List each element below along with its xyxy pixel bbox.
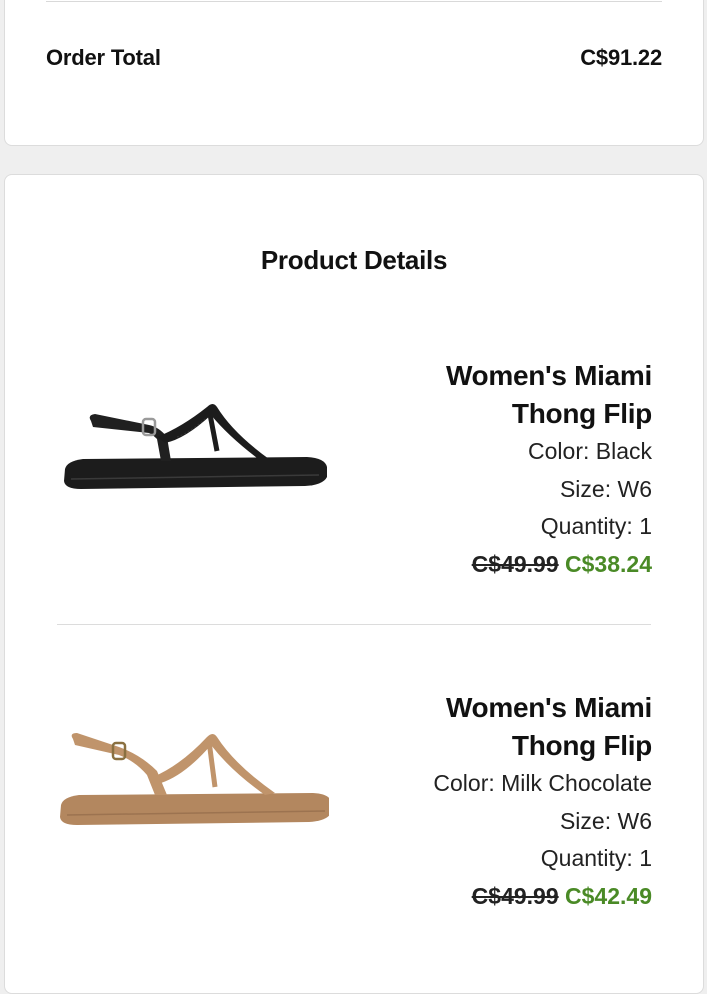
order-summary-card: Order Total C$91.22 — [4, 0, 704, 146]
product-details-title: Product Details — [260, 245, 448, 275]
product-name: Women's Miami Thong Flip — [322, 689, 652, 765]
product-name-line1: Women's Miami — [445, 692, 652, 723]
product-name-line2: Thong Flip — [511, 398, 652, 429]
product-quantity: Quantity: 1 — [540, 845, 652, 871]
product-name-line1: Women's Miami — [445, 360, 652, 391]
product-item: Women's Miami Thong Flip Color: Black Si… — [5, 357, 705, 617]
product-color: Color: Milk Chocolate — [433, 770, 652, 796]
sandal-black-image — [64, 404, 327, 489]
original-price: C$49.99 — [471, 882, 559, 909]
order-total-row: Order Total C$91.22 — [46, 45, 662, 71]
product-size: Size: W6 — [559, 475, 652, 502]
sale-price: C$38.24 — [565, 550, 652, 577]
original-price: C$49.99 — [471, 550, 559, 577]
product-info: Women's Miami Thong Flip Color: Milk Cho… — [322, 689, 652, 915]
summary-divider — [46, 1, 662, 2]
order-total-label: Order Total — [46, 45, 161, 70]
product-price: C$49.99 C$38.24 — [322, 546, 652, 584]
product-info: Women's Miami Thong Flip Color: Black Si… — [322, 357, 652, 583]
sandal-milk-chocolate-image — [60, 733, 329, 825]
product-price: C$49.99 C$42.49 — [322, 878, 652, 916]
product-details-card: Product Details Women's Miami Thong Flip… — [4, 174, 704, 994]
product-quantity: Quantity: 1 — [540, 513, 652, 539]
order-total-value: C$91.22 — [580, 45, 662, 70]
product-divider — [57, 624, 651, 625]
product-name-line2: Thong Flip — [511, 730, 652, 761]
sale-price: C$42.49 — [565, 882, 652, 909]
product-color: Color: Black — [528, 438, 652, 464]
product-size: Size: W6 — [559, 807, 652, 834]
product-name: Women's Miami Thong Flip — [322, 357, 652, 433]
product-item: Women's Miami Thong Flip Color: Milk Cho… — [5, 689, 705, 949]
